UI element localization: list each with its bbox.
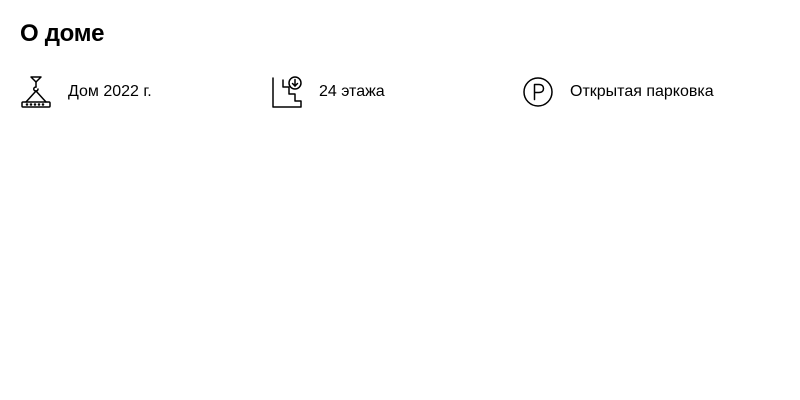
house-features-list: Дом 2022 г. 24 этажа Открытая парковка <box>20 74 780 110</box>
feature-parking: Открытая парковка <box>522 74 714 110</box>
section-title: О доме <box>20 20 105 47</box>
crane-hook-icon <box>20 74 52 110</box>
feature-build-year: Дом 2022 г. <box>20 74 152 110</box>
parking-icon <box>522 74 554 110</box>
about-house-section: О доме Дом 2022 г. 24 этажа Открытая пар… <box>0 0 800 400</box>
feature-label: Открытая парковка <box>570 83 714 100</box>
stairs-floors-icon <box>271 74 303 110</box>
feature-label: 24 этажа <box>319 83 385 100</box>
feature-label: Дом 2022 г. <box>68 83 152 100</box>
feature-floors: 24 этажа <box>271 74 385 110</box>
